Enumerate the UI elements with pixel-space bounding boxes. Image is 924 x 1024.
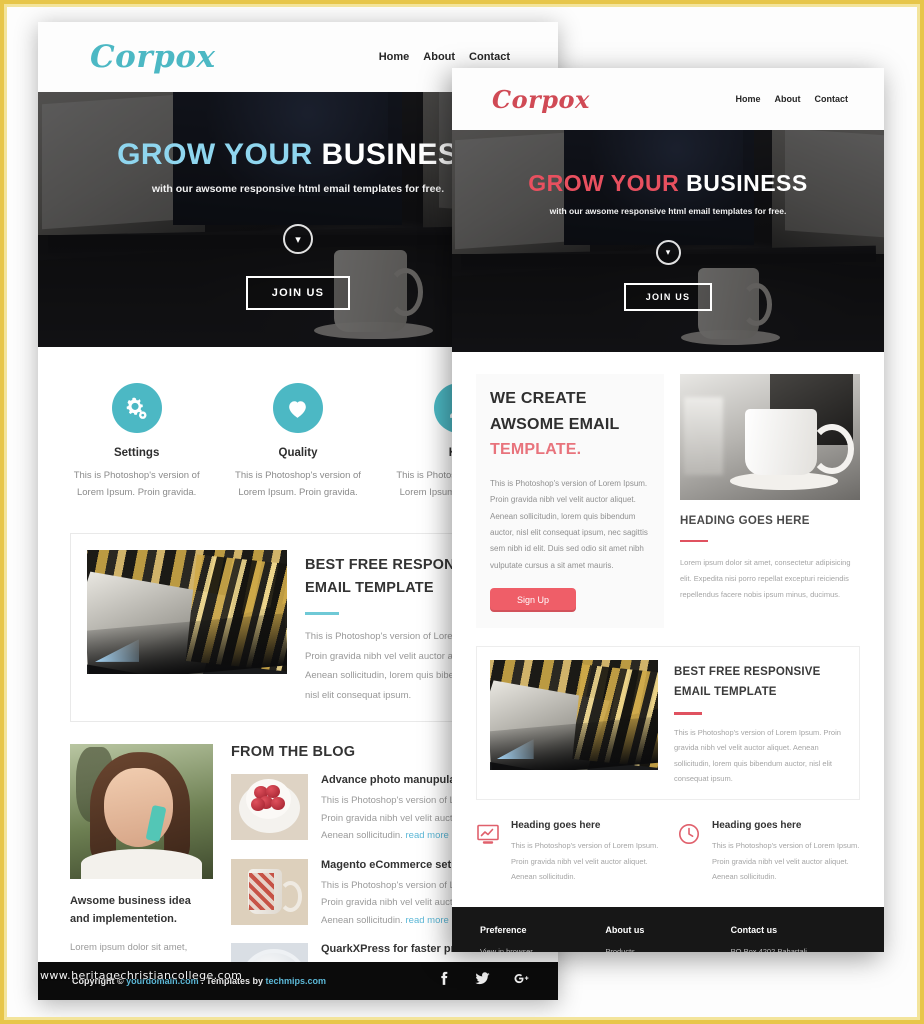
feature-text: This is Photoshop's version of Lorem Ips… <box>712 841 860 882</box>
hero-title: GROW YOUR BUSINESS <box>528 172 808 195</box>
promo-heading: BEST FREE RESPONSIVE EMAIL TEMPLATE <box>674 662 846 702</box>
side-divider <box>680 540 708 542</box>
promo-text: This is Photoshop's version of Lorem Ips… <box>674 727 841 783</box>
feature-quality: Quality This is Photoshop's version of L… <box>217 383 378 501</box>
feature-settings: Settings This is Photoshop's version of … <box>56 383 217 501</box>
site-watermark: www.heritagechristiancollege.com <box>40 969 243 982</box>
promo-divider <box>305 612 339 616</box>
feature-text: This is Photoshop's version of Lorem Ips… <box>511 841 659 882</box>
create-heading: WE CREATE AWSOME EMAIL TEMPLATE. <box>490 386 650 463</box>
nav-item-home[interactable]: Home <box>735 94 760 104</box>
two-column-features: Heading goes here This is Photoshop's ve… <box>452 800 884 884</box>
sign-up-button[interactable]: Sign Up <box>490 588 576 613</box>
screenshot-stage: Corpox Home About Contact GROW YOUR BUSI… <box>0 0 924 1024</box>
nav-item-about[interactable]: About <box>775 94 801 104</box>
side-text: Lorem ipsum dolor sit amet, consectetur … <box>680 558 851 599</box>
main-nav: Home About Contact <box>735 94 848 104</box>
feature-column: Heading goes here This is Photoshop's ve… <box>677 820 860 884</box>
brand-logo[interactable]: Corpox <box>492 85 590 114</box>
create-section: WE CREATE AWSOME EMAIL TEMPLATE. This is… <box>452 352 884 629</box>
read-more-link[interactable]: read more <box>406 915 449 926</box>
clock-icon <box>677 822 701 846</box>
promo-heading-line1: BEST FREE RESPONSIVE <box>674 666 821 679</box>
feature-text: This is Photoshop's version of Lorem Ips… <box>73 470 200 498</box>
side-heading: HEADING GOES HERE <box>680 515 810 527</box>
hero-title-accent: GROW YOUR <box>528 170 680 196</box>
create-line1: WE CREATE <box>490 390 587 407</box>
coffee-cup-photo <box>680 374 860 500</box>
create-line2: AWSOME EMAIL <box>490 415 620 433</box>
promo-divider <box>674 712 702 715</box>
twitter-icon[interactable] <box>474 970 491 992</box>
hero-title-accent: GROW YOUR <box>117 138 313 171</box>
cathedral-ceiling-photo <box>490 660 658 771</box>
nav-item-contact[interactable]: Contact <box>469 51 510 63</box>
chevron-down-icon[interactable]: ▾ <box>283 224 313 254</box>
join-us-button[interactable]: JOIN US <box>246 276 350 310</box>
social-links <box>435 970 530 992</box>
brand-logo[interactable]: Corpox <box>90 39 216 75</box>
read-more-link[interactable]: read more <box>406 830 449 841</box>
create-line3: TEMPLATE. <box>490 441 582 459</box>
create-text-block: WE CREATE AWSOME EMAIL TEMPLATE. This is… <box>476 374 664 629</box>
join-us-button[interactable]: JOIN US <box>624 283 712 311</box>
nav-item-home[interactable]: Home <box>379 51 410 63</box>
red-header: Corpox Home About Contact <box>452 68 884 130</box>
footer-group-about: About us Products FAQ Account <box>605 925 730 953</box>
feature-title: Quality <box>278 447 318 459</box>
promo-heading-line2: EMAIL TEMPLATE <box>674 686 777 699</box>
footer-group-title: Contact us <box>730 924 778 935</box>
gear-icon <box>111 383 162 433</box>
footer-group-contact: Contact us PO Box 4202 Pahartali Chittag… <box>731 925 856 953</box>
feature-title: Settings <box>113 447 160 459</box>
author-link[interactable]: techmips.com <box>266 976 327 986</box>
facebook-icon[interactable] <box>435 970 452 992</box>
business-heading: Awsome business idea and implementetion. <box>70 895 191 926</box>
nav-item-about[interactable]: About <box>423 51 455 63</box>
feature-heading: Heading goes here <box>511 820 601 832</box>
footer-link[interactable]: Products <box>605 947 730 953</box>
create-text: This is Photoshop's version of Lorem Ips… <box>490 478 648 570</box>
hero-subtitle: with our awsome responsive html email te… <box>151 183 445 195</box>
feature-heading: Heading goes here <box>712 820 802 832</box>
monitor-chart-icon <box>476 822 500 846</box>
raspberries-bowl-photo <box>231 774 308 841</box>
google-plus-icon[interactable] <box>513 970 530 992</box>
red-template-card: Corpox Home About Contact GROW YOUR BUSI… <box>452 68 884 952</box>
promo-card: BEST FREE RESPONSIVE EMAIL TEMPLATE This… <box>476 646 860 801</box>
footer-group-preference: Preference View in browser Unsubscribe S… <box>480 925 605 953</box>
red-mug-photo <box>231 858 308 925</box>
hero-subtitle: with our awsome responsive html email te… <box>549 206 787 216</box>
cathedral-ceiling-photo <box>87 550 287 675</box>
hero-title-rest: BUSINESS <box>686 170 808 196</box>
feature-text: This is Photoshop's version of Lorem Ips… <box>235 470 361 498</box>
woman-with-headset-photo <box>70 744 213 880</box>
feature-column: Heading goes here This is Photoshop's ve… <box>476 820 659 884</box>
side-column: HEADING GOES HERE Lorem ipsum dolor sit … <box>680 374 860 628</box>
heart-icon <box>272 383 323 433</box>
footer-link[interactable]: View in browser <box>480 947 605 953</box>
contact-address-line: PO Box 4202 Pahartali <box>730 946 807 953</box>
nav-item-contact[interactable]: Contact <box>815 94 849 104</box>
promo-heading-line2: EMAIL TEMPLATE <box>305 579 434 596</box>
chevron-down-icon[interactable]: ▾ <box>655 240 681 265</box>
main-nav: Home About Contact <box>379 51 510 63</box>
hero-banner: GROW YOUR BUSINESS with our awsome respo… <box>452 130 884 352</box>
footer-group-title: Preference <box>480 924 527 935</box>
footer-group-title: About us <box>605 924 645 935</box>
red-footer: Preference View in browser Unsubscribe S… <box>452 906 884 953</box>
hero-title: GROW YOUR BUSINESS <box>117 140 479 170</box>
